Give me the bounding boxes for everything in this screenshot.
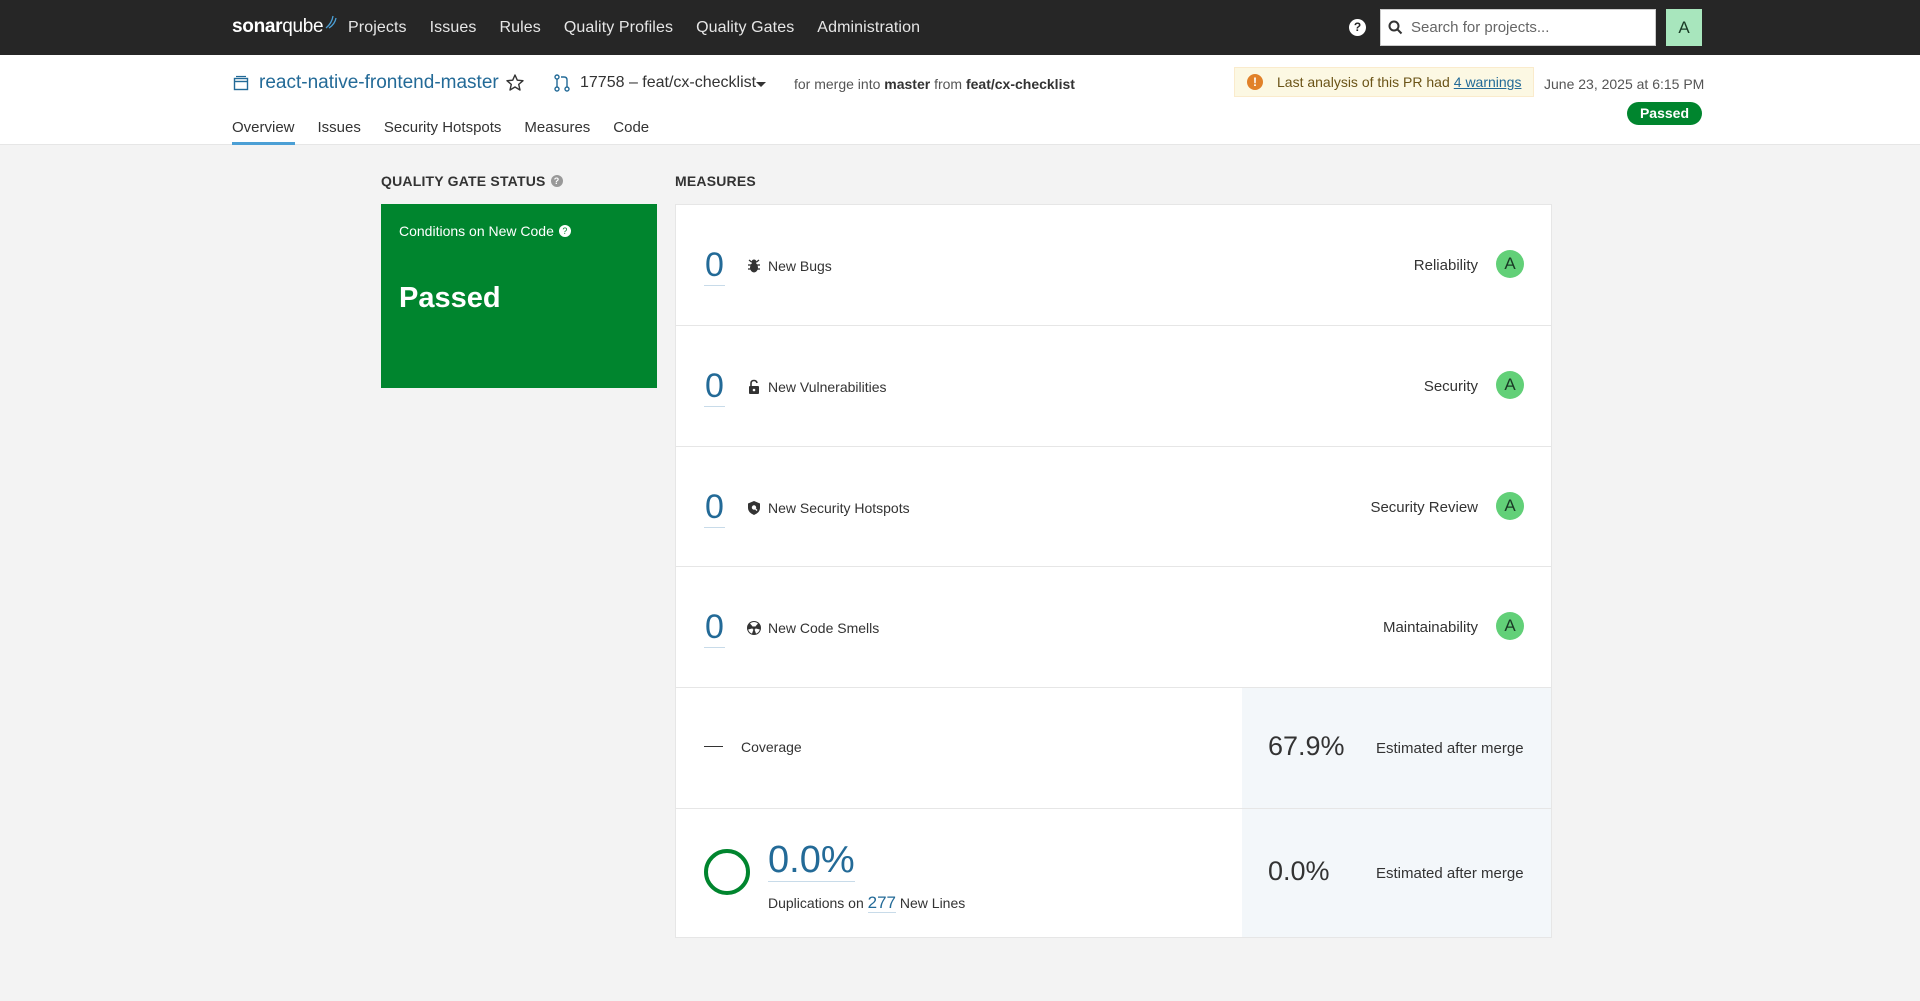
chevron-down-icon[interactable]: [756, 82, 766, 87]
sonarqube-logo[interactable]: sonar qube: [232, 13, 338, 41]
nav-quality-profiles[interactable]: Quality Profiles: [564, 19, 673, 37]
merge-source: feat/cx-checklist: [965, 76, 1075, 92]
tab-issues[interactable]: Issues: [318, 119, 361, 145]
duplications-prefix: Duplications on: [768, 895, 864, 911]
warnings-link[interactable]: 4 warnings: [1454, 74, 1522, 90]
measure-row-coverage: Coverage 67.9% Estimated after merge: [676, 688, 1551, 809]
quality-gate-heading-text: QUALITY GATE STATUS: [381, 173, 546, 189]
measure-label: New Vulnerabilities: [768, 379, 887, 395]
main-nav: Projects Issues Rules Quality Profiles Q…: [348, 0, 943, 55]
new-bugs-count[interactable]: 0: [704, 245, 725, 286]
measure-row-duplications: 0.0% Duplications on 277 New Lines 0.0% …: [676, 809, 1551, 937]
quality-gate-status-box: Conditions on New Code ? Passed: [381, 204, 657, 388]
coverage-estimated-value[interactable]: 67.9%: [1268, 731, 1345, 762]
branch-selector[interactable]: 17758 – feat/cx-checklist: [580, 74, 756, 92]
search-input[interactable]: [1411, 19, 1641, 36]
duplications-estimated-label: Estimated after merge: [1376, 865, 1524, 882]
top-navbar: sonar qube Projects Issues Rules Quality …: [0, 0, 1920, 55]
measure-row-vulnerabilities: 0 New Vulnerabilities Security A: [676, 326, 1551, 447]
logo-text-sonar: sonar: [232, 16, 283, 37]
merge-target: master: [884, 76, 931, 92]
measure-label: New Bugs: [768, 258, 832, 274]
conditions-label: Conditions on New Code ?: [399, 223, 571, 239]
new-hotspots-count[interactable]: 0: [704, 487, 725, 528]
nav-administration[interactable]: Administration: [817, 19, 920, 37]
measure-label: New Security Hotspots: [768, 500, 910, 516]
nav-projects[interactable]: Projects: [348, 19, 407, 37]
measure-label: New Code Smells: [768, 620, 880, 636]
category-label: Maintainability: [1382, 619, 1478, 636]
user-avatar[interactable]: A: [1666, 9, 1702, 46]
coverage-estimated-label: Estimated after merge: [1376, 740, 1524, 757]
measure-row-code-smells: 0 New Code Smells Maintainability A: [676, 567, 1551, 688]
new-code-smells-count[interactable]: 0: [704, 607, 725, 648]
code-smell-icon: [747, 621, 761, 635]
category-label: Security: [1423, 378, 1478, 395]
project-header: react-native-frontend-master 17758 – fea…: [0, 55, 1920, 145]
logo-waves-icon: [325, 15, 337, 29]
conditions-text: Conditions on New Code: [399, 223, 554, 239]
shield-icon: [748, 501, 760, 515]
tab-overview[interactable]: Overview: [232, 119, 295, 145]
merge-prefix: for merge into: [794, 76, 881, 92]
project-tabs: Overview Issues Security Hotspots Measur…: [232, 119, 672, 145]
security-rating[interactable]: A: [1496, 371, 1524, 399]
help-icon[interactable]: ?: [1349, 19, 1366, 36]
logo-text-qube: qube: [282, 16, 324, 37]
nav-rules[interactable]: Rules: [499, 19, 540, 37]
duplications-donut-icon: [704, 849, 750, 895]
search-icon: [1388, 20, 1403, 35]
warning-icon: !: [1247, 74, 1263, 90]
project-name-link[interactable]: react-native-frontend-master: [259, 72, 499, 94]
analysis-warning: ! Last analysis of this PR had 4 warning…: [1234, 67, 1534, 97]
status-badge: Passed: [1627, 102, 1702, 125]
duplications-estimated-value[interactable]: 0.0%: [1268, 856, 1330, 887]
analysis-date: June 23, 2025 at 6:15 PM: [1544, 76, 1705, 92]
coverage-label: Coverage: [741, 739, 802, 755]
category-label: Security Review: [1370, 499, 1478, 516]
coverage-dash: [704, 746, 723, 747]
measures-panel: 0 New Bugs Reliability A 0 New Vulnerabi…: [675, 204, 1552, 938]
lock-icon: [749, 379, 759, 394]
new-vulnerabilities-count[interactable]: 0: [704, 366, 725, 407]
new-lines-link[interactable]: 277: [867, 893, 896, 913]
warning-text: Last analysis of this PR had: [1277, 74, 1450, 90]
reliability-rating[interactable]: A: [1496, 250, 1524, 278]
merge-from: from: [934, 76, 963, 92]
duplications-suffix: New Lines: [899, 895, 966, 911]
duplications-lines-info: Duplications on 277 New Lines: [768, 893, 965, 913]
merge-info: for merge into master from feat/cx-check…: [794, 76, 1075, 92]
help-icon[interactable]: ?: [558, 225, 571, 237]
measures-heading: MEASURES: [675, 173, 756, 189]
search-box[interactable]: [1380, 9, 1656, 46]
bug-icon: [748, 259, 760, 273]
tab-code[interactable]: Code: [613, 119, 649, 145]
nav-quality-gates[interactable]: Quality Gates: [696, 19, 794, 37]
maintainability-rating[interactable]: A: [1496, 612, 1524, 640]
help-icon[interactable]: ?: [550, 175, 563, 187]
duplications-value[interactable]: 0.0%: [768, 839, 855, 882]
measure-row-hotspots: 0 New Security Hotspots Security Review …: [676, 447, 1551, 567]
nav-issues[interactable]: Issues: [430, 19, 477, 37]
pull-request-icon: [554, 74, 570, 92]
measure-row-bugs: 0 New Bugs Reliability A: [676, 205, 1551, 326]
quality-gate-result: Passed: [399, 282, 501, 314]
tab-measures[interactable]: Measures: [524, 119, 590, 145]
tab-security-hotspots[interactable]: Security Hotspots: [384, 119, 502, 145]
quality-gate-heading: QUALITY GATE STATUS ?: [381, 173, 563, 189]
favorite-star-icon[interactable]: [505, 73, 525, 93]
security-review-rating[interactable]: A: [1496, 492, 1524, 520]
project-icon: [233, 75, 249, 91]
category-label: Reliability: [1413, 257, 1478, 274]
